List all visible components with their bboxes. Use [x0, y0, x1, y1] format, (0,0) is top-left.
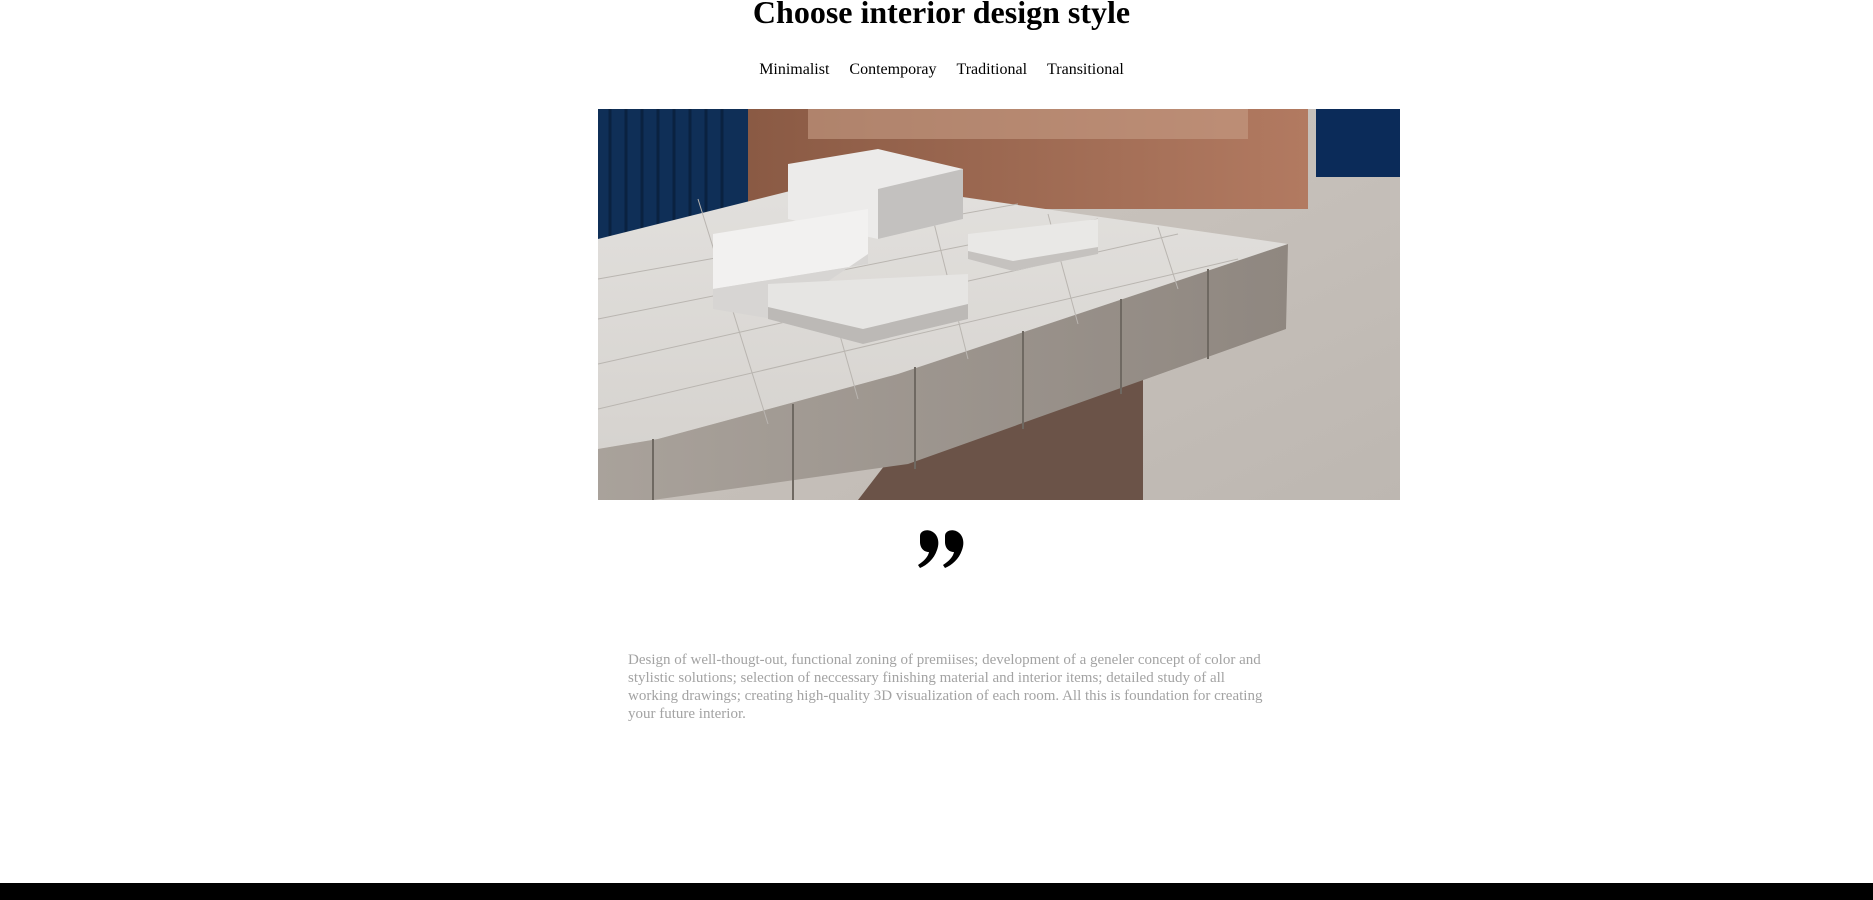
tab-contemporary[interactable]: Contemporay — [849, 60, 936, 80]
quote-icon — [0, 530, 1873, 577]
tab-traditional[interactable]: Traditional — [957, 60, 1028, 80]
footer-bar — [0, 883, 1873, 900]
interior-photo-illustration — [598, 109, 1400, 500]
interior-photo — [598, 109, 1400, 500]
tab-minimalist[interactable]: Minimalist — [759, 60, 829, 80]
page: Choose interior design style Minimalist … — [0, 0, 1873, 900]
page-title: Choose interior design style — [752, 0, 1131, 30]
style-tabs: Minimalist Contemporay Traditional Trans… — [0, 60, 1873, 80]
tab-transitional[interactable]: Transitional — [1047, 60, 1124, 80]
style-description: Design of well-thougt-out, functional zo… — [628, 652, 1263, 722]
